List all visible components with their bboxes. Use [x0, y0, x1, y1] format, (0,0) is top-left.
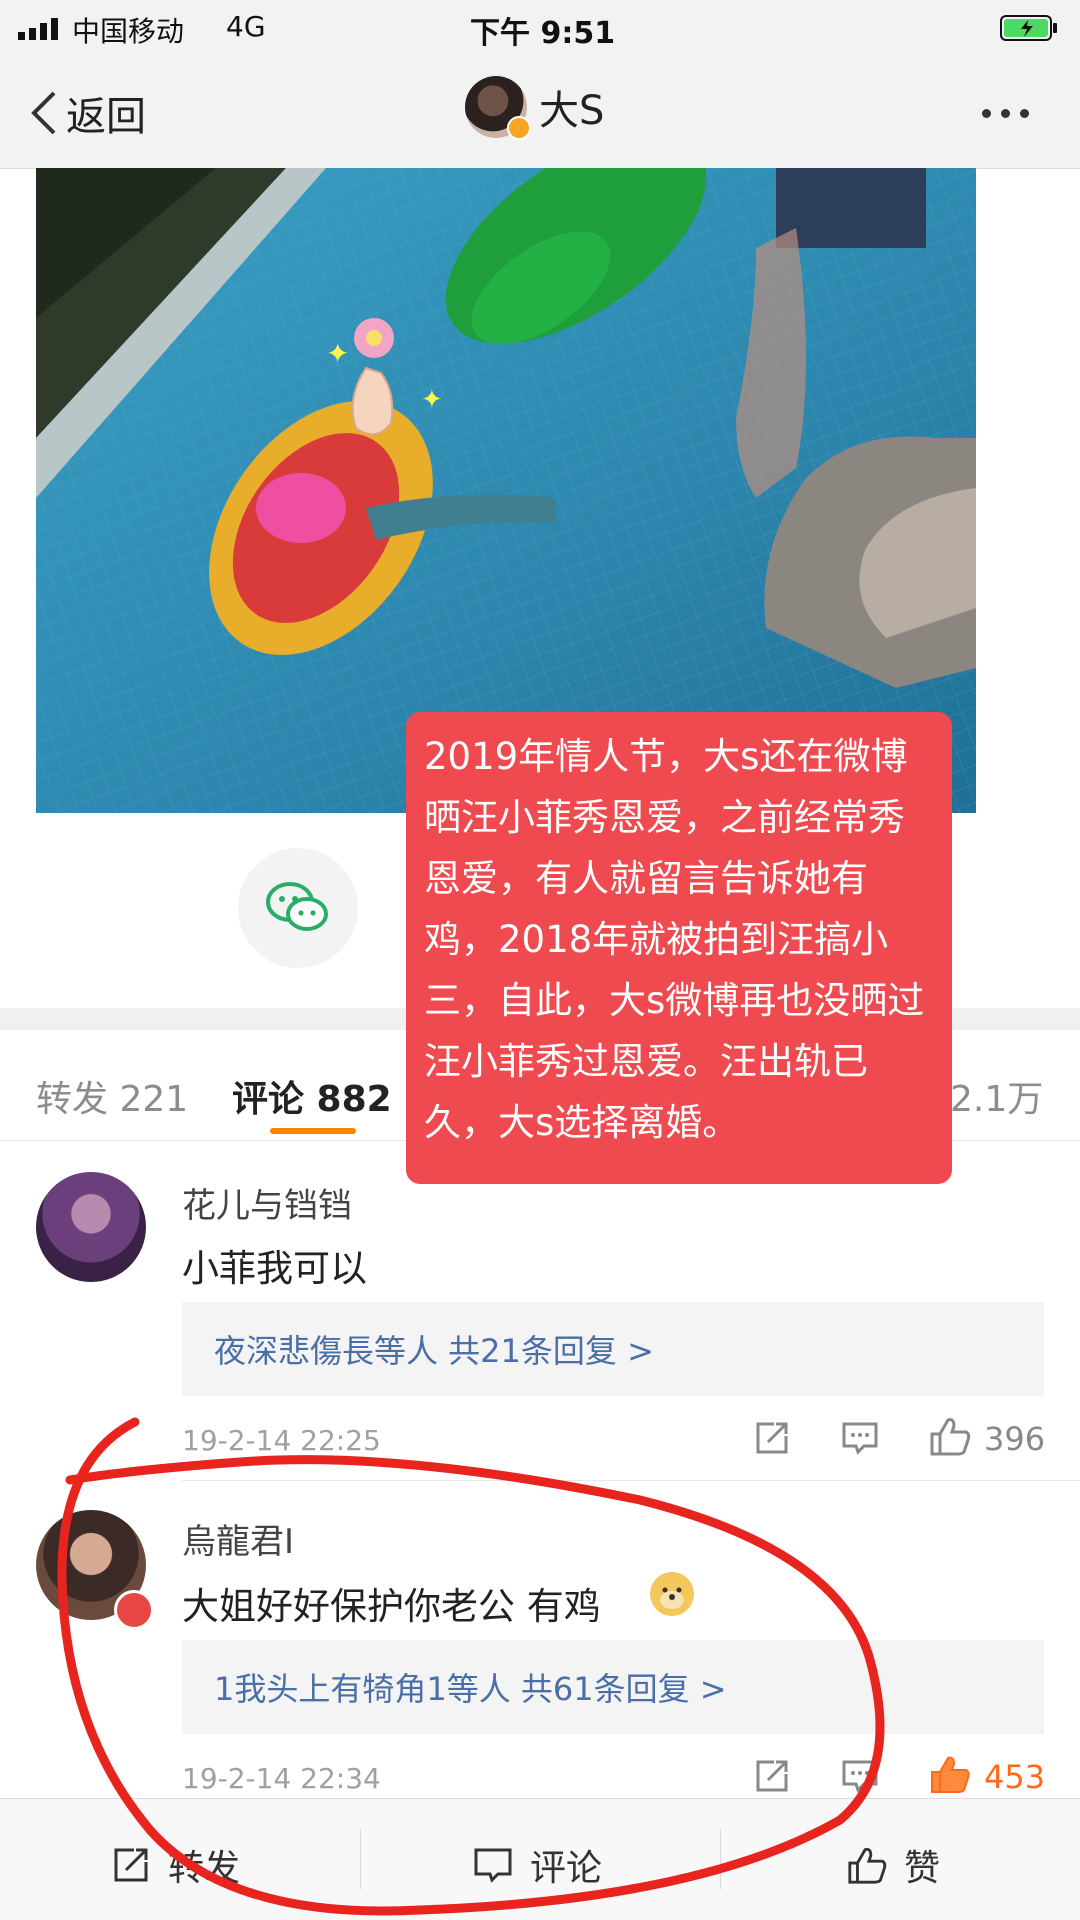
share-icon[interactable]	[752, 1756, 792, 1796]
comment-label: 评论	[530, 1848, 603, 1889]
wechat-share-button[interactable]	[238, 848, 358, 968]
back-button[interactable]: 返回	[28, 78, 146, 148]
comment-username[interactable]: 烏龍君I	[182, 1514, 294, 1563]
comment-icon[interactable]	[840, 1756, 880, 1796]
nav-bar: 返回 大S	[0, 58, 1080, 169]
comment-text: 小菲我可以	[182, 1247, 367, 1290]
annotation-caption: 2019年情人节，大s还在微博晒汪小菲秀恩爱，之前经常秀恩爱，有人就留言告诉她有…	[406, 712, 952, 1184]
like-icon[interactable]	[928, 1414, 972, 1458]
like-count: 396	[984, 1420, 1046, 1458]
comment-button[interactable]: 评论	[472, 1839, 602, 1891]
more-dots-icon[interactable]	[982, 98, 1046, 128]
network-type: 4G	[226, 10, 266, 43]
battery-icon	[1000, 15, 1057, 41]
comment-replies-link[interactable]: 1我头上有犄角1等人 共61条回复 >	[182, 1640, 1044, 1734]
comment-timestamp: 19-2-14 22:25	[182, 1424, 381, 1457]
chevron-left-icon	[31, 91, 56, 135]
comment-replies-link[interactable]: 夜深悲傷長等人 共21条回复 >	[182, 1302, 1044, 1396]
like-label: 赞	[904, 1848, 941, 1889]
username: 大S	[539, 88, 605, 134]
thumbs-up-icon	[848, 1847, 887, 1884]
avatar[interactable]	[465, 76, 531, 140]
bar-divider	[720, 1829, 721, 1889]
comment-timestamp: 19-2-14 22:34	[182, 1762, 381, 1795]
clock: 下午 9:51	[470, 16, 616, 51]
tab-comments[interactable]: 评论 882	[232, 1070, 392, 1122]
tab-indicator	[270, 1128, 356, 1134]
doge-emoji-icon	[650, 1572, 694, 1616]
comment-icon[interactable]	[840, 1418, 880, 1458]
tab-repost[interactable]: 转发 221	[36, 1070, 188, 1122]
like-icon[interactable]	[928, 1752, 972, 1796]
signal-icon	[18, 18, 58, 40]
status-bar: 中国移动 4G 下午 9:51	[0, 0, 1080, 58]
repost-label: 转发	[168, 1848, 241, 1889]
svg-text:✦: ✦	[421, 385, 443, 415]
comment-text: 大姐好好保护你老公 有鸡	[182, 1585, 601, 1628]
comment-icon	[474, 1848, 512, 1883]
bar-divider	[360, 1829, 361, 1889]
repost-icon	[114, 1848, 148, 1882]
like-button[interactable]: 赞	[846, 1839, 940, 1891]
wechat-icon	[266, 882, 328, 931]
profile-header[interactable]: 大S	[465, 76, 605, 140]
svg-text:✦: ✦	[326, 337, 349, 370]
like-count: 453	[984, 1758, 1046, 1796]
share-icon[interactable]	[752, 1418, 792, 1458]
bottom-action-bar: 转发 评论 赞	[0, 1798, 1080, 1920]
tab-likes[interactable]: 2.1万	[950, 1070, 1043, 1122]
comment-username[interactable]: 花儿与铛铛	[182, 1178, 352, 1227]
back-label: 返回	[66, 94, 146, 140]
vip-badge-icon	[114, 1590, 154, 1630]
verified-badge-icon	[507, 116, 531, 140]
comment-divider	[182, 1480, 1080, 1481]
comment-avatar[interactable]	[36, 1172, 146, 1282]
repost-button[interactable]: 转发	[110, 1839, 240, 1891]
carrier-name: 中国移动	[72, 15, 185, 48]
